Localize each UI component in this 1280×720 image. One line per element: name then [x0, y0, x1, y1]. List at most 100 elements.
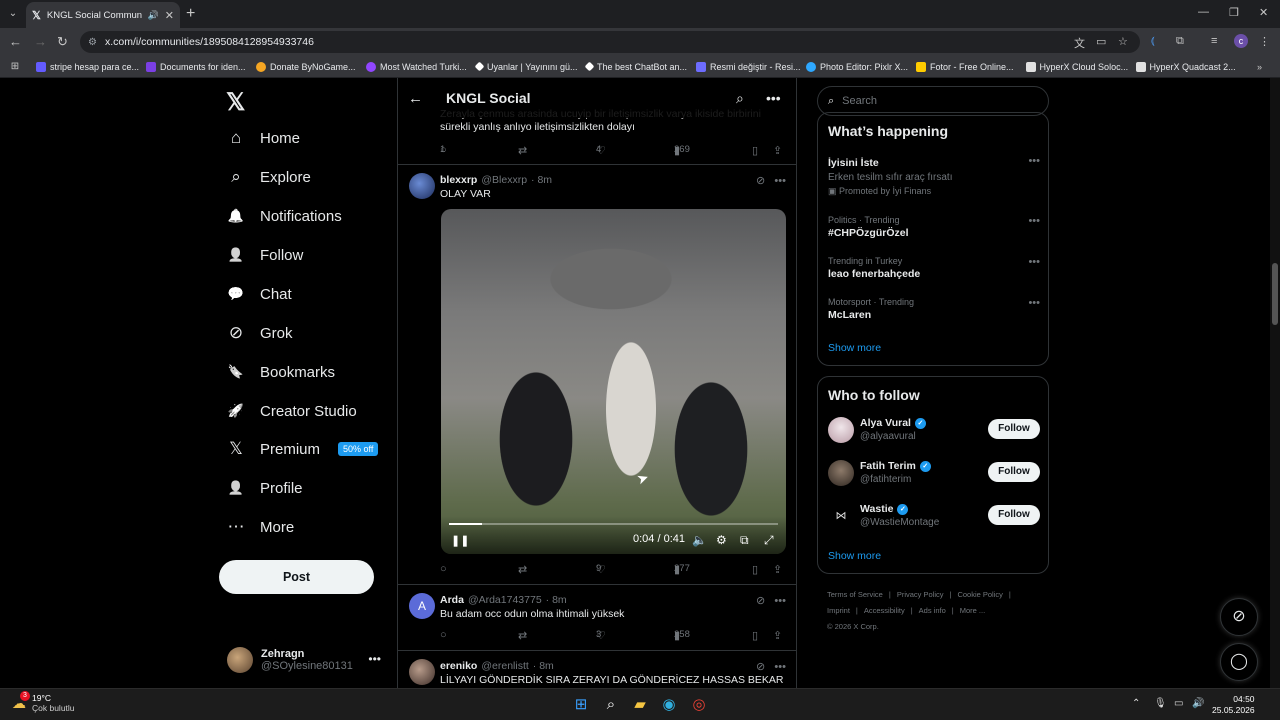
extensions-puzzle-icon[interactable]: ⧉: [1176, 35, 1184, 48]
apps-grid-icon[interactable]: ⊞: [0, 61, 30, 72]
close-tab-icon[interactable]: ✕: [165, 9, 174, 22]
nav-notifications[interactable]: 🔔 Notifications: [226, 202, 342, 230]
bookmark-item[interactable]: Uyanlar | Yayınını gü...: [470, 62, 580, 72]
network-icon[interactable]: ▭: [1174, 698, 1183, 709]
edge-browser-icon[interactable]: ◉: [658, 695, 680, 715]
more-dots-icon[interactable]: •••: [1028, 297, 1040, 309]
bookmark-item[interactable]: Most Watched Turki...: [360, 61, 470, 72]
search-icon[interactable]: ⌕: [600, 695, 622, 715]
follow-button[interactable]: Follow: [988, 462, 1040, 482]
microphone-icon[interactable]: 🎙: [1154, 698, 1167, 709]
more-dots-icon[interactable]: •••: [774, 175, 786, 187]
chrome-browser-icon[interactable]: ◎: [688, 695, 710, 715]
fullscreen-icon[interactable]: ⤢: [764, 533, 774, 548]
nav-creator-studio[interactable]: 🚀 Creator Studio: [226, 397, 357, 425]
site-info-icon[interactable]: ⚙: [88, 37, 97, 48]
windows-start-icon[interactable]: ⊞: [570, 695, 592, 715]
media-control-icon[interactable]: ≡: [1211, 35, 1217, 47]
follow-suggestion[interactable]: ⋈ Wastie ✓ @WastieMontage Follow: [828, 503, 1040, 533]
bookmark-item[interactable]: HyperX Quadcast 2...: [1130, 61, 1240, 72]
scrollbar-thumb[interactable]: [1272, 263, 1278, 325]
bookmark-item[interactable]: Fotor - Free Online...: [910, 61, 1020, 72]
follow-button[interactable]: Follow: [988, 505, 1040, 525]
avatar[interactable]: A: [409, 593, 435, 619]
follow-button[interactable]: Follow: [988, 419, 1040, 439]
volume-icon[interactable]: 🔊: [1192, 698, 1204, 709]
new-tab-icon[interactable]: +: [186, 5, 195, 23]
trend-item[interactable]: Motorsport · Trending McLaren •••: [828, 297, 1040, 321]
profile-avatar-icon[interactable]: c: [1234, 34, 1248, 48]
search-icon[interactable]: ⌕: [736, 90, 744, 107]
grok-icon[interactable]: ⊘: [756, 661, 765, 673]
nav-profile[interactable]: 👤 Profile: [226, 474, 303, 502]
tab-list-button[interactable]: ⌄: [4, 5, 22, 23]
install-app-icon[interactable]: ▭: [1096, 35, 1106, 48]
more-dots-icon[interactable]: •••: [774, 661, 786, 673]
show-more-link[interactable]: Show more: [828, 550, 881, 562]
more-dots-icon[interactable]: •••: [1028, 215, 1040, 227]
system-clock[interactable]: 04:50 25.05.2026: [1212, 694, 1255, 716]
follow-suggestion[interactable]: Alya Vural ✓ @alyaavural Follow: [828, 417, 1040, 447]
weather-widget[interactable]: ☁ 3 19°C Çok bulutlu: [12, 691, 75, 713]
nav-home[interactable]: ⌂ Home: [226, 124, 300, 152]
close-window-icon[interactable]: ✕: [1259, 6, 1268, 19]
browser-tab[interactable]: 𝕏 KNGL Social Community / X 🔊 ✕: [26, 2, 180, 28]
bookmark-item[interactable]: Resmi değiştir - Resi...: [690, 61, 800, 72]
post-button[interactable]: Post: [219, 560, 374, 594]
browser-menu-icon[interactable]: ⋮: [1259, 35, 1270, 48]
translate-icon[interactable]: 文: [1074, 35, 1085, 51]
nav-premium[interactable]: 𝕏 Premium 50% off: [226, 435, 379, 463]
tray-overflow-icon[interactable]: ⌃: [1132, 698, 1140, 709]
forward-icon[interactable]: →: [34, 34, 47, 50]
more-dots-icon[interactable]: •••: [1028, 256, 1040, 268]
grok-fab-icon[interactable]: ⊘: [1220, 598, 1258, 636]
page-scrollbar[interactable]: [1270, 78, 1280, 688]
trend-item[interactable]: Politics · Trending #CHPÖzgürÖzel •••: [828, 215, 1040, 239]
bookmark-item[interactable]: Photo Editor: Pixlr X...: [800, 61, 910, 72]
minimize-icon[interactable]: —: [1198, 6, 1209, 18]
chat-fab-icon[interactable]: ◯: [1220, 643, 1258, 681]
nav-grok[interactable]: ⊘ Grok: [226, 319, 293, 347]
restore-icon[interactable]: ❐: [1229, 6, 1239, 19]
avatar[interactable]: [409, 659, 435, 685]
x-logo-icon[interactable]: 𝕏: [226, 88, 245, 117]
video-player[interactable]: ❚❚ 0:04 / 0:41 🔈 ⚙ ⧉ ⤢: [441, 209, 786, 554]
avatar[interactable]: [409, 173, 435, 199]
bookmark-star-icon[interactable]: ☆: [1118, 35, 1128, 48]
reload-icon[interactable]: ↻: [57, 34, 68, 50]
nav-bookmarks[interactable]: 🔖 Bookmarks: [226, 358, 335, 386]
follow-suggestion[interactable]: Fatih Terim ✓ @fatihterim Follow: [828, 460, 1040, 490]
bookmark-item[interactable]: stripe hesap para ce...: [30, 61, 140, 72]
bookmark-item[interactable]: HyperX Cloud Soloc...: [1020, 61, 1130, 72]
more-dots-icon[interactable]: •••: [766, 90, 781, 106]
extension-icon[interactable]: ⦅: [1151, 35, 1155, 48]
nav-chat[interactable]: 💬 Chat: [226, 280, 292, 308]
account-switcher[interactable]: Zehragn @SOylesine80131 •••: [227, 644, 387, 676]
volume-icon[interactable]: 🔈: [692, 533, 707, 547]
address-bar[interactable]: ⚙ x.com/i/communities/189508412895493374…: [80, 31, 1140, 53]
bookmark-item[interactable]: Documents for iden...: [140, 61, 250, 72]
back-arrow-icon[interactable]: ←: [408, 90, 423, 107]
more-dots-icon[interactable]: •••: [368, 652, 381, 666]
bookmark-item[interactable]: The best ChatBot an...: [580, 62, 690, 72]
back-icon[interactable]: ←: [9, 34, 22, 50]
post-header: Arda @Arda1743775 · 8m: [440, 594, 567, 606]
more-dots-icon[interactable]: •••: [1028, 155, 1040, 167]
bookmarks-overflow-icon[interactable]: »: [1257, 62, 1262, 72]
grok-icon[interactable]: ⊘: [756, 595, 765, 607]
pause-icon[interactable]: ❚❚: [451, 534, 469, 547]
file-explorer-icon[interactable]: ▰: [629, 695, 651, 715]
grok-icon[interactable]: ⊘: [756, 175, 765, 187]
trend-item[interactable]: İyisini İste Erken tesilm sıfır araç fır…: [828, 155, 1040, 197]
trend-item[interactable]: Trending in Turkey leao fenerbahçede •••: [828, 256, 1040, 280]
video-progress-bar[interactable]: [449, 523, 778, 525]
nav-explore[interactable]: ⌕ Explore: [226, 163, 311, 191]
bookmark-item[interactable]: Donate ByNoGame...: [250, 61, 360, 72]
picture-in-picture-icon[interactable]: ⧉: [740, 533, 749, 548]
speaker-icon[interactable]: 🔊: [148, 10, 159, 21]
more-dots-icon[interactable]: •••: [774, 595, 786, 607]
nav-follow[interactable]: 👤 Follow: [226, 241, 303, 269]
show-more-link[interactable]: Show more: [828, 342, 881, 354]
settings-gear-icon[interactable]: ⚙: [716, 533, 727, 547]
nav-more[interactable]: ⋯ More: [226, 513, 295, 541]
